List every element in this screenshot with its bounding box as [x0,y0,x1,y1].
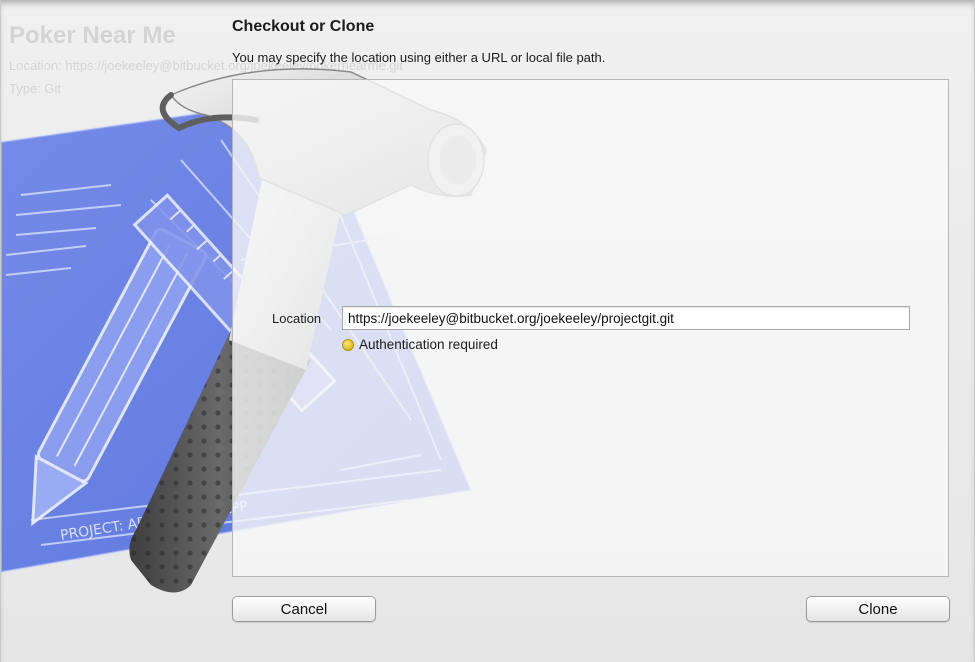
auth-status: Authentication required [342,337,498,352]
location-label: Location [272,311,322,326]
cancel-button[interactable]: Cancel [232,596,376,622]
dialog-subtitle: You may specify the location using eithe… [232,50,606,65]
location-input[interactable] [342,306,910,330]
auth-status-text: Authentication required [359,337,498,352]
dialog-title: Checkout or Clone [232,18,375,35]
checkout-sheet: Poker Near Me Location: https://joekeele… [0,0,975,662]
clone-button[interactable]: Clone [806,596,950,622]
status-indicator-icon [342,338,354,351]
